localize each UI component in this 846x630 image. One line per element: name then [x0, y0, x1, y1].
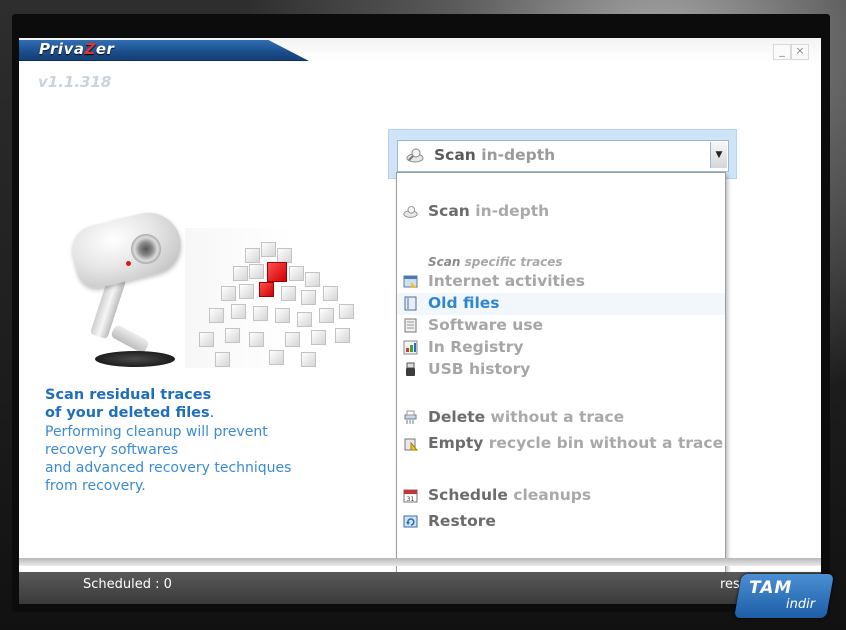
- scan-mode-select[interactable]: Scan in-depth ▼: [397, 140, 729, 172]
- section-header-specific-traces: Scan specific traces: [428, 255, 563, 269]
- title-bar: PrivaZer _ ×: [19, 38, 821, 62]
- usb-icon: [406, 362, 415, 376]
- recycle-bin-icon: [404, 438, 418, 451]
- svg-text:31: 31: [407, 496, 415, 503]
- dropdown-arrow-button[interactable]: ▼: [710, 142, 727, 168]
- scan-mode-dropdown: Scan in-depth Scan specific traces Inter…: [396, 172, 726, 592]
- menu-item-usb-history[interactable]: USB history: [397, 359, 725, 381]
- watermark-text: TAM: [749, 578, 793, 598]
- file-icon: [404, 296, 417, 311]
- menu-item-delete-without-trace[interactable]: Delete without a trace: [397, 407, 725, 429]
- menu-item-restore[interactable]: Restore: [397, 511, 725, 533]
- restore-icon: [403, 515, 418, 528]
- app-logo: PrivaZer: [39, 40, 115, 58]
- cubes-illustration: [185, 228, 365, 368]
- close-button[interactable]: ×: [791, 44, 809, 60]
- scan-icon: [406, 148, 424, 163]
- minimize-button[interactable]: _: [773, 44, 791, 60]
- menu-item-internet-activities[interactable]: Internet activities: [397, 271, 725, 293]
- calendar-icon: 31: [403, 489, 418, 503]
- menu-item-in-registry[interactable]: In Registry: [397, 337, 725, 359]
- scan-mode-value: Scan in-depth: [434, 146, 556, 164]
- version-label: v1.1.318: [38, 73, 112, 91]
- privazer-window: PrivaZer _ × v1.1.318 Scan residual trac…: [19, 38, 821, 604]
- menu-item-scan-in-depth[interactable]: Scan in-depth: [397, 201, 725, 223]
- menu-item-software-use[interactable]: Software use: [397, 315, 725, 337]
- menu-item-old-files[interactable]: Old files: [397, 293, 725, 315]
- info-description: Performing cleanup will prevent recovery…: [45, 424, 292, 494]
- menu-item-empty-recycle-bin[interactable]: Empty recycle bin without a trace: [397, 433, 725, 455]
- scan-icon: [403, 206, 418, 218]
- info-headline: Scan residual traces of your deleted fil…: [45, 387, 215, 421]
- watermark-subtext: indir: [786, 597, 816, 612]
- registry-icon: [403, 340, 418, 355]
- chevron-down-icon: ▼: [715, 150, 723, 160]
- bottom-divider: [19, 558, 821, 566]
- menu-item-schedule-cleanups[interactable]: 31 Schedule cleanups: [397, 485, 725, 507]
- scheduled-count: Scheduled : 0: [83, 577, 172, 592]
- browser-icon: [403, 275, 418, 288]
- document-icon: [404, 318, 417, 333]
- shredder-icon: [404, 410, 417, 424]
